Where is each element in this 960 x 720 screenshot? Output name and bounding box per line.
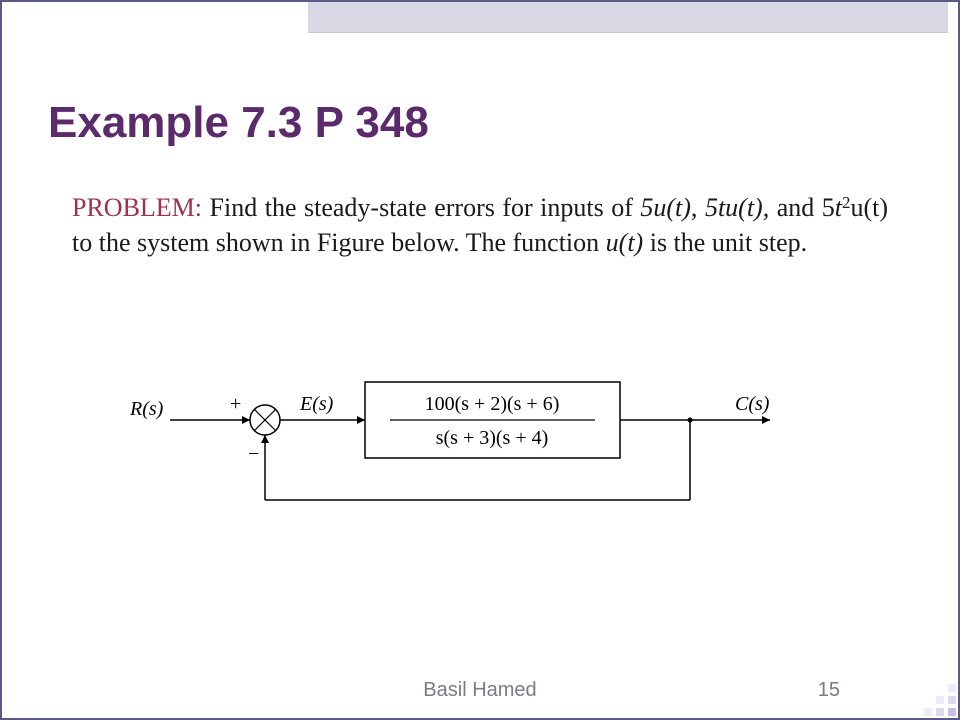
input-3-rest: u(t) xyxy=(850,193,888,222)
summing-junction-icon xyxy=(250,405,280,435)
problem-label: PROBLEM: xyxy=(72,193,202,222)
input-2: 5tu(t), xyxy=(705,193,769,222)
problem-text: PROBLEM: Find the steady-state errors fo… xyxy=(72,190,888,260)
input-signal-label: R(s) xyxy=(129,398,164,420)
input-1: 5u(t), xyxy=(640,193,697,222)
body-text: to the system shown in Figure below. The… xyxy=(72,228,606,257)
unit-step-function: u(t) xyxy=(606,228,644,257)
plus-sign: + xyxy=(230,393,241,415)
page-number: 15 xyxy=(818,679,840,702)
corner-dot-icon xyxy=(948,708,956,716)
slide-title: Example 7.3 P 348 xyxy=(48,98,429,148)
corner-dot-icon xyxy=(924,708,932,716)
slide: Example 7.3 P 348 PROBLEM: Find the stea… xyxy=(0,0,960,720)
corner-dot-icon xyxy=(936,708,944,716)
minus-sign: − xyxy=(248,443,259,465)
error-signal-label: E(s) xyxy=(299,393,334,415)
output-signal-label: C(s) xyxy=(735,393,770,415)
tf-numerator: 100(s + 2)(s + 6) xyxy=(425,393,560,415)
body-text: and 5 xyxy=(769,193,835,222)
tf-denominator: s(s + 3)(s + 4) xyxy=(436,427,549,449)
input-3-var: t xyxy=(835,193,842,222)
body-text xyxy=(697,193,705,222)
decorative-top-bar xyxy=(308,0,948,33)
input-3-exponent: 2 xyxy=(842,193,850,212)
body-text: is the unit step. xyxy=(643,228,807,257)
block-diagram-svg: R(s) + − E(s) 100(s + 2)(s + 6) s(s + xyxy=(130,360,830,540)
block-diagram: R(s) + − E(s) 100(s + 2)(s + 6) s(s + xyxy=(130,360,830,540)
footer-author: Basil Hamed xyxy=(0,679,960,702)
body-text: Find the steady-state errors for inputs … xyxy=(202,193,640,222)
